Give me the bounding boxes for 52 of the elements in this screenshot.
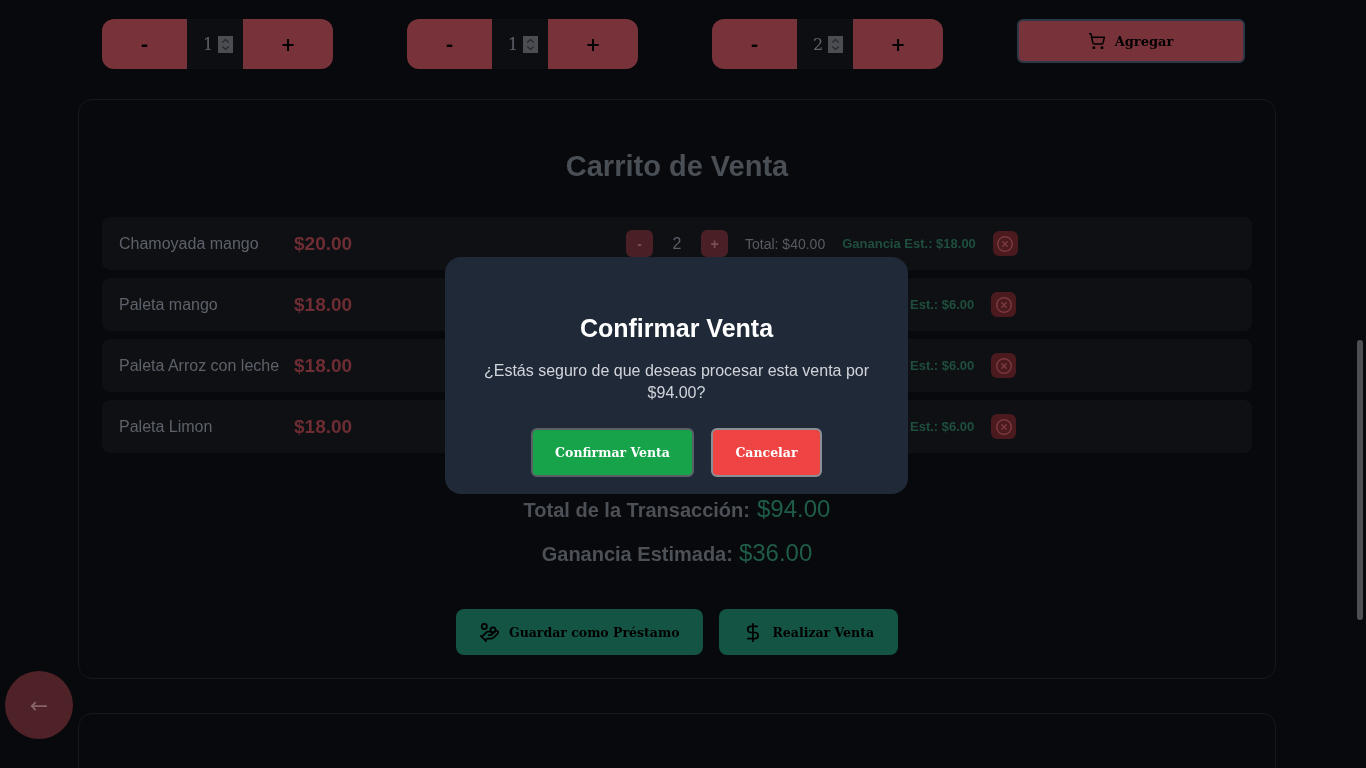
estimated-profit: Est.: $6.00 — [910, 358, 975, 373]
remove-button[interactable] — [991, 414, 1017, 439]
product-name: Chamoyada mango — [119, 234, 259, 252]
spinner-arrows-icon[interactable] — [523, 35, 539, 53]
spinner-arrows-icon[interactable] — [218, 35, 234, 53]
dialog-title: Confirmar Venta — [578, 313, 775, 343]
product-name: Paleta Limon — [119, 417, 213, 435]
cancel-button[interactable]: Cancelar — [711, 428, 822, 477]
increase-button[interactable]: + — [853, 19, 943, 69]
cart-title: Carrito de Venta — [564, 149, 790, 184]
increase-button[interactable]: + — [243, 19, 333, 69]
increase-button[interactable]: + — [701, 230, 728, 257]
decrease-button[interactable]: - — [626, 230, 653, 257]
back-button[interactable]: ← — [5, 671, 73, 739]
product-name: Paleta Arroz con leche — [119, 356, 280, 374]
sale-button[interactable]: Realizar Venta — [719, 609, 899, 655]
quantity-field[interactable]: 2 — [797, 19, 853, 69]
product-price: $18.00 — [294, 354, 353, 376]
cart-icon — [1088, 33, 1105, 49]
estimated-profit: Est.: $6.00 — [910, 297, 975, 312]
profit-label: Ganancia Estimada: — [541, 542, 733, 567]
estimated-profit: Est.: $6.00 — [910, 419, 975, 434]
line-total: Total: $40.00 — [745, 235, 826, 252]
product-name: Paleta mango — [119, 295, 218, 313]
decrease-button[interactable]: - — [102, 19, 187, 69]
hand-coins-icon — [479, 622, 499, 642]
add-button[interactable]: Agregar — [1017, 19, 1245, 63]
circle-x-icon — [995, 357, 1012, 374]
product-price: $18.00 — [294, 415, 353, 437]
transaction-total-value: $94.00 — [756, 497, 831, 521]
circle-x-icon — [997, 235, 1014, 252]
product-price: $18.00 — [294, 293, 353, 315]
remove-button[interactable] — [991, 353, 1017, 378]
remove-button[interactable] — [992, 231, 1018, 256]
circle-x-icon — [995, 418, 1012, 435]
spinner-arrows-icon[interactable] — [828, 35, 844, 53]
circle-x-icon — [995, 296, 1012, 313]
estimated-profit: Ganancia Est.: $18.00 — [842, 236, 976, 251]
quantity-field[interactable]: 1 — [187, 19, 243, 69]
dialog-message: ¿Estás seguro de que deseas procesar esta venta por $94.00? — [482, 361, 871, 403]
confirm-button[interactable]: Confirmar Venta — [531, 428, 694, 477]
decrease-button[interactable]: - — [712, 19, 797, 69]
remove-button[interactable] — [991, 292, 1017, 317]
decrease-button[interactable]: - — [407, 19, 492, 69]
scrollbar[interactable] — [1357, 340, 1363, 620]
increase-button[interactable]: + — [548, 19, 638, 69]
save-loan-button[interactable]: Guardar como Préstamo — [455, 609, 704, 655]
profit-value: $36.00 — [738, 539, 813, 567]
product-price: $20.00 — [294, 232, 353, 254]
transaction-total-label: Total de la Transacción: — [523, 498, 750, 522]
quantity-text: 2 — [671, 234, 683, 253]
quantity-field[interactable]: 1 — [492, 19, 548, 69]
